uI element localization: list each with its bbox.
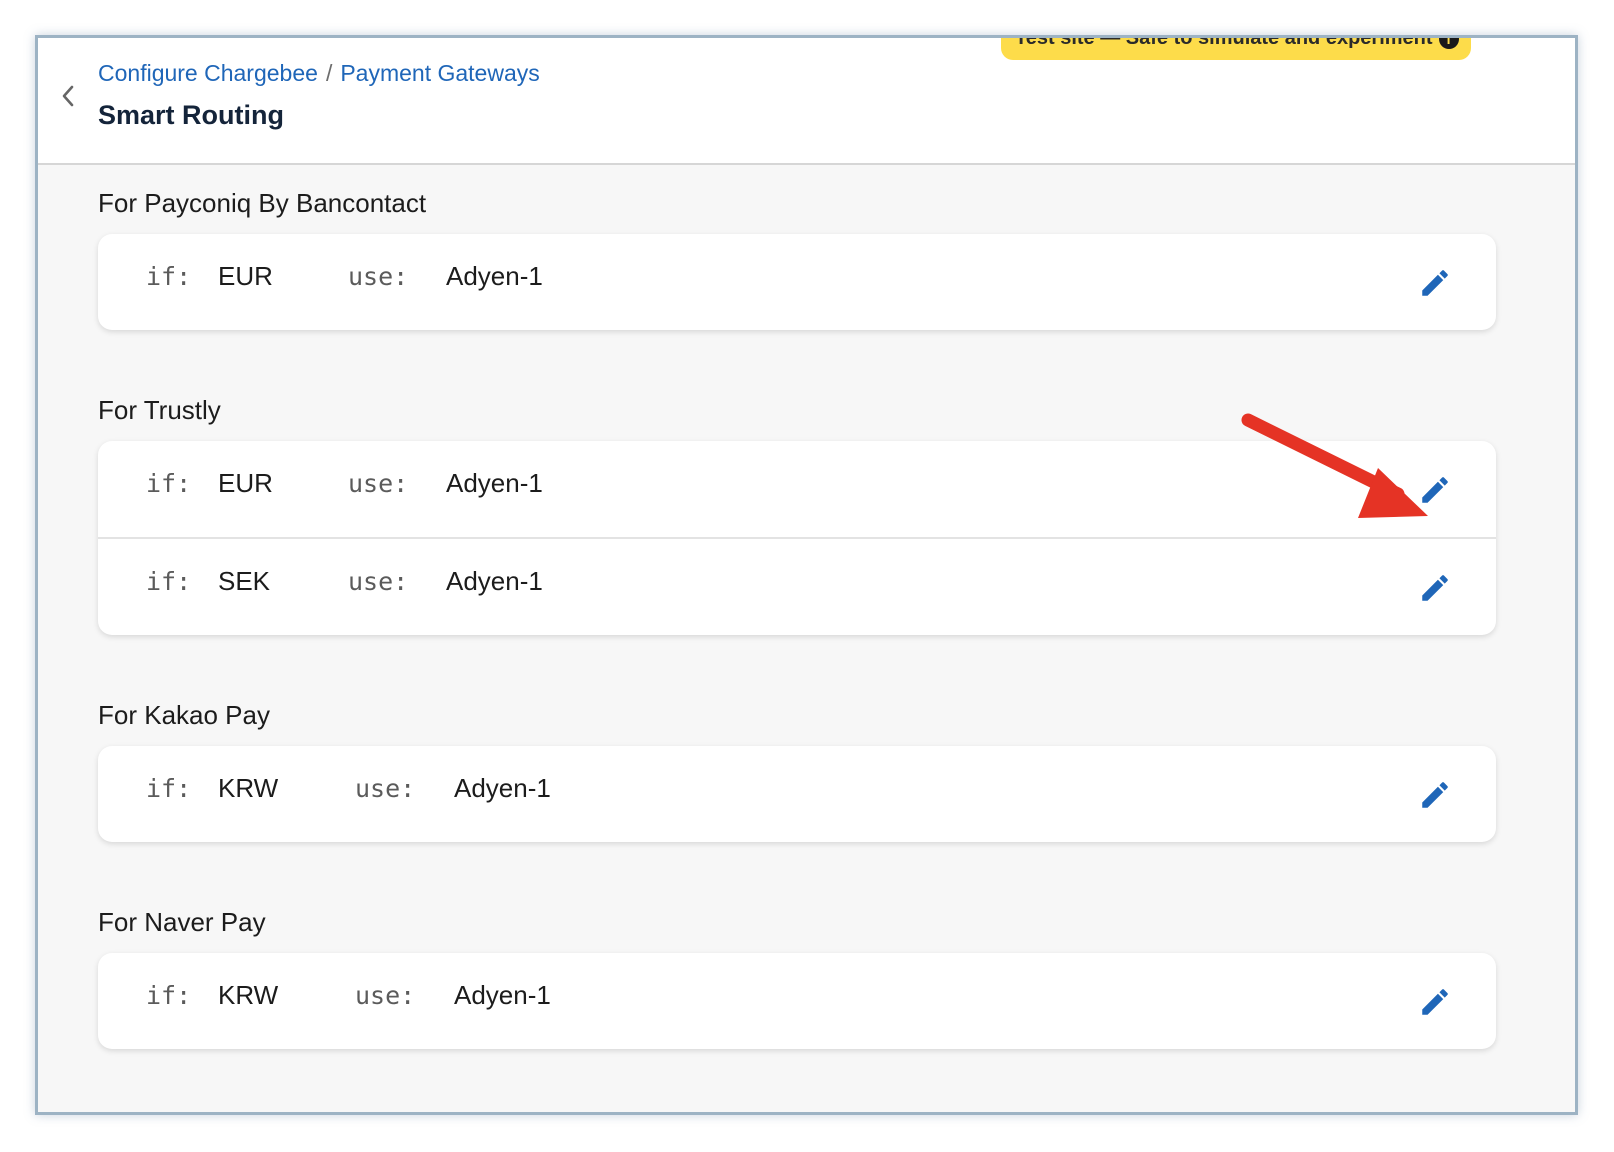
chevron-left-icon — [62, 85, 74, 107]
pencil-icon[interactable] — [1418, 266, 1452, 300]
routing-rule-row: if: SEK use: Adyen-1 — [98, 537, 1496, 635]
test-site-banner: Test site — Safe to simulate and experim… — [1001, 35, 1471, 60]
back-button[interactable] — [50, 78, 86, 114]
currency-value: SEK — [218, 566, 271, 596]
pencil-icon[interactable] — [1418, 985, 1452, 1019]
currency-value: EUR — [218, 468, 273, 498]
use-label: use: — [348, 567, 409, 596]
gateway-value: Adyen-1 — [446, 468, 543, 498]
routing-rule-row: if: EUR use: Adyen-1 — [98, 234, 1496, 330]
routing-rule-row: if: EUR use: Adyen-1 — [98, 441, 1496, 537]
currency-value: KRW — [218, 980, 279, 1010]
if-label: if: — [146, 567, 192, 596]
breadcrumb-payment-gateways[interactable]: Payment Gateways — [340, 60, 539, 86]
routing-card-payconiq: if: EUR use: Adyen-1 — [98, 234, 1496, 330]
section-title-trustly: For Trustly — [98, 395, 221, 425]
breadcrumb-configure-chargebee[interactable]: Configure Chargebee — [98, 60, 318, 86]
page-title: Smart Routing — [98, 100, 284, 130]
pencil-icon[interactable] — [1418, 473, 1452, 507]
routing-rule-row: if: KRW use: Adyen-1 — [98, 746, 1496, 842]
pencil-icon[interactable] — [1418, 571, 1452, 605]
section-title-naver-pay: For Naver Pay — [98, 907, 266, 937]
page-header: Configure Chargebee / Payment Gateways Sma… — [38, 38, 1575, 165]
gateway-value: Adyen-1 — [446, 566, 543, 596]
currency-value: KRW — [218, 773, 279, 803]
if-label: if: — [146, 981, 192, 1010]
routing-card-trustly: if: EUR use: Adyen-1 if: SEK use: Adyen-… — [98, 441, 1496, 635]
routing-card-naver-pay: if: KRW use: Adyen-1 — [98, 953, 1496, 1049]
app-window: Configure Chargebee / Payment Gateways Sma… — [35, 35, 1578, 1115]
currency-value: EUR — [218, 261, 273, 291]
section-title-payconiq: For Payconiq By Bancontact — [98, 188, 427, 218]
gateway-value: Adyen-1 — [454, 980, 551, 1010]
routing-card-kakao-pay: if: KRW use: Adyen-1 — [98, 746, 1496, 842]
gateway-value: Adyen-1 — [454, 773, 551, 803]
use-label: use: — [348, 262, 409, 291]
breadcrumb: Configure Chargebee / Payment Gateways — [98, 60, 540, 87]
if-label: if: — [146, 262, 192, 291]
if-label: if: — [146, 774, 192, 803]
routing-rule-row: if: KRW use: Adyen-1 — [98, 953, 1496, 1049]
breadcrumb-separator: / — [325, 60, 333, 86]
pencil-icon[interactable] — [1418, 778, 1452, 812]
use-label: use: — [355, 774, 416, 803]
gateway-value: Adyen-1 — [446, 261, 543, 291]
use-label: use: — [355, 981, 416, 1010]
if-label: if: — [146, 469, 192, 498]
info-icon[interactable]: i — [1438, 38, 1459, 49]
test-site-banner-text: Test site — Safe to simulate and experim… — [1015, 35, 1433, 49]
section-title-kakao-pay: For Kakao Pay — [98, 700, 270, 730]
use-label: use: — [348, 469, 409, 498]
